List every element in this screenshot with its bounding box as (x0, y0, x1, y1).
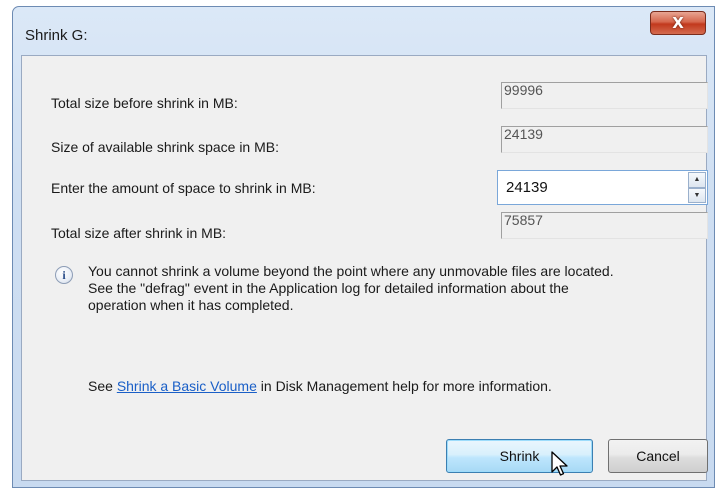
help-text: See Shrink a Basic Volume in Disk Manage… (88, 378, 552, 394)
close-icon: X (672, 14, 684, 32)
chevron-down-icon: ▼ (693, 191, 701, 199)
chevron-up-icon: ▲ (693, 176, 701, 184)
title-bar[interactable]: Shrink G: X (13, 7, 714, 55)
info-line: See the "defrag" event in the Applicatio… (88, 280, 569, 296)
window-title: Shrink G: (25, 27, 88, 44)
spin-buttons: ▲ ▼ (688, 172, 706, 203)
available-space-label: Size of available shrink space in MB: (51, 139, 279, 155)
info-icon: i (55, 266, 73, 284)
dialog-content: Total size before shrink in MB: 99996 Si… (21, 55, 708, 481)
help-suffix: in Disk Management help for more informa… (256, 378, 552, 394)
total-before-value: 99996 (501, 82, 708, 109)
total-before-label: Total size before shrink in MB: (51, 95, 238, 111)
spin-up-button[interactable]: ▲ (688, 172, 706, 188)
shrink-amount-stepper[interactable]: ▲ ▼ (497, 170, 708, 205)
info-message: You cannot shrink a volume beyond the po… (88, 263, 698, 314)
shrink-dialog: Shrink G: X Total size before shrink in … (12, 6, 715, 488)
shrink-amount-label: Enter the amount of space to shrink in M… (51, 180, 316, 196)
info-line: operation when it has completed. (88, 297, 294, 313)
shrink-basic-volume-link[interactable]: Shrink a Basic Volume (117, 378, 257, 394)
info-line: You cannot shrink a volume beyond the po… (88, 263, 614, 279)
total-after-value: 75857 (501, 212, 708, 239)
total-after-label: Total size after shrink in MB: (51, 225, 227, 241)
cancel-button[interactable]: Cancel (608, 439, 708, 473)
spin-down-button[interactable]: ▼ (688, 187, 706, 203)
available-space-value: 24139 (501, 126, 708, 153)
shrink-amount-input[interactable] (498, 171, 680, 204)
mouse-cursor-icon (551, 451, 568, 476)
close-button[interactable]: X (650, 11, 706, 35)
help-prefix: See (88, 378, 117, 394)
